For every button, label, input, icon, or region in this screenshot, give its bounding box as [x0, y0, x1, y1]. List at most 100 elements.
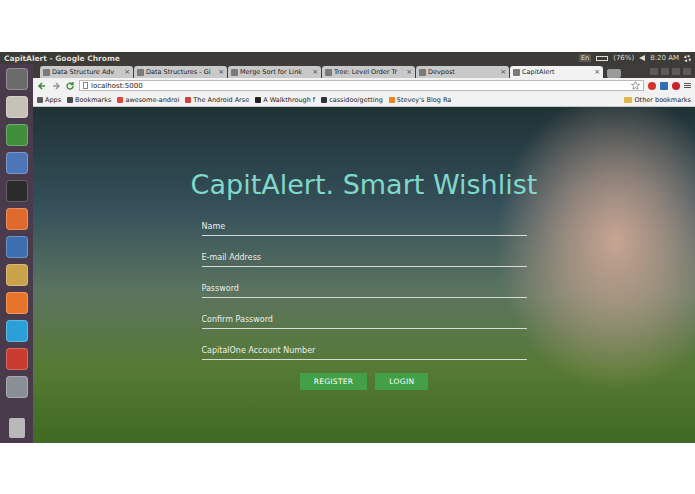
- screenshot: CapitAlert - Google ChromeEn(76%)8:20 AM…: [0, 0, 695, 494]
- app-icon: [6, 68, 28, 90]
- launcher-item[interactable]: [3, 94, 30, 119]
- page-title: CapitAlert. Smart Wishlist: [191, 168, 538, 202]
- forward-arrow-icon[interactable]: [51, 81, 61, 91]
- bookmark-icon: [321, 97, 327, 103]
- app-icon: [6, 264, 28, 286]
- tab-close[interactable]: ×: [500, 69, 506, 76]
- user-icon[interactable]: [650, 68, 658, 75]
- favicon-icon: [325, 69, 332, 76]
- bookmark-icon: [117, 97, 123, 103]
- app-icon: [6, 180, 28, 202]
- app-icon: [6, 348, 28, 370]
- tab-label: Tree: Level Order Tr: [334, 68, 404, 76]
- page: CapitAlert. Smart Wishlist REGISTER LOGIN: [33, 107, 695, 443]
- app-icon: [6, 96, 28, 118]
- app-icon: [6, 124, 28, 146]
- trash-icon: [9, 418, 25, 438]
- tab[interactable]: Data Structures - Gi×: [134, 66, 227, 78]
- url: localhost:5000: [91, 82, 143, 90]
- other-bookmarks[interactable]: Other bookmarks: [624, 96, 691, 104]
- new-tab-button[interactable]: [607, 69, 621, 78]
- star-icon[interactable]: [631, 81, 640, 90]
- extension-icon[interactable]: [660, 82, 668, 90]
- launcher-item[interactable]: [3, 206, 30, 231]
- clock[interactable]: 8:20 AM: [650, 54, 679, 62]
- text-field[interactable]: [202, 311, 527, 329]
- bookmark[interactable]: The Android Arse: [185, 96, 249, 104]
- top-margin: [0, 0, 695, 52]
- tab-close[interactable]: ×: [312, 69, 318, 76]
- tab[interactable]: Tree: Level Order Tr×: [322, 66, 415, 78]
- app-icon: [6, 208, 28, 230]
- extension-icon[interactable]: [648, 82, 656, 90]
- favicon-icon: [419, 69, 426, 76]
- launcher-item[interactable]: [3, 234, 30, 259]
- launcher-item[interactable]: [3, 122, 30, 147]
- text-field[interactable]: [202, 342, 527, 360]
- reload-icon[interactable]: [65, 81, 75, 91]
- browser-window: Data Structure Adv×Data Structures - Gi×…: [33, 64, 695, 443]
- bookmark-label: Bookmarks: [75, 96, 111, 104]
- bookmark-label: A Walkthrough f: [263, 96, 315, 104]
- tab-close[interactable]: ×: [124, 69, 130, 76]
- bookmark[interactable]: Apps: [37, 96, 61, 104]
- address-bar[interactable]: localhost:5000: [79, 80, 644, 91]
- minimize-icon[interactable]: [661, 68, 669, 75]
- tab-close[interactable]: ×: [406, 69, 412, 76]
- bookmark[interactable]: Stevey's Blog Ra: [389, 96, 451, 104]
- launcher-item[interactable]: [3, 262, 30, 287]
- form-button[interactable]: LOGIN: [375, 373, 428, 390]
- bookmark[interactable]: cassidoo/getting: [321, 96, 383, 104]
- text-field[interactable]: [202, 249, 527, 267]
- tab-label: CapitAlert: [522, 68, 592, 76]
- tab[interactable]: Data Structure Adv×: [40, 66, 133, 78]
- bookmarks-bar: Apps Bookmarks awesome-androi The Android A…: [33, 93, 695, 107]
- launcher-item[interactable]: [3, 150, 30, 175]
- window-controls: [650, 68, 695, 75]
- battery-icon[interactable]: [596, 56, 608, 61]
- launcher-item[interactable]: [3, 66, 30, 91]
- launcher-item[interactable]: [3, 290, 30, 315]
- bookmark-label: Other bookmarks: [634, 96, 691, 104]
- launcher-item[interactable]: [3, 415, 30, 440]
- bookmark[interactable]: A Walkthrough f: [255, 96, 315, 104]
- text-field[interactable]: [202, 218, 527, 236]
- close-icon[interactable]: [683, 68, 691, 75]
- menu-icon[interactable]: [684, 83, 691, 88]
- launcher-item[interactable]: [3, 346, 30, 371]
- workspace: Data Structure Adv×Data Structures - Gi×…: [0, 64, 695, 443]
- bottom-margin: [0, 443, 695, 494]
- tab[interactable]: CapitAlert×: [510, 66, 603, 78]
- bookmark-icon: [389, 97, 395, 103]
- tab-close[interactable]: ×: [218, 69, 224, 76]
- button-row: REGISTER LOGIN: [202, 373, 527, 390]
- launcher-item[interactable]: [3, 318, 30, 343]
- tab-label: Merge Sort for Link: [240, 68, 310, 76]
- back-arrow-icon[interactable]: [37, 81, 47, 91]
- app-icon: [6, 292, 28, 314]
- tab[interactable]: Merge Sort for Link×: [228, 66, 321, 78]
- bookmark-label: The Android Arse: [193, 96, 249, 104]
- maximize-icon[interactable]: [672, 68, 680, 75]
- top-panel: CapitAlert - Google ChromeEn(76%)8:20 AM: [0, 52, 695, 64]
- volume-icon[interactable]: [639, 55, 645, 61]
- tab-strip: Data Structure Adv×Data Structures - Gi×…: [33, 64, 695, 78]
- bookmark[interactable]: Bookmarks: [67, 96, 111, 104]
- text-field[interactable]: [202, 280, 527, 298]
- favicon-icon: [231, 69, 238, 76]
- tab-close[interactable]: ×: [594, 69, 600, 76]
- app-icon: [6, 320, 28, 342]
- form-button[interactable]: REGISTER: [300, 373, 368, 390]
- desktop: CapitAlert - Google ChromeEn(76%)8:20 AM…: [0, 52, 695, 443]
- launcher-item[interactable]: [3, 374, 30, 399]
- tab[interactable]: Devpost×: [416, 66, 509, 78]
- gear-icon[interactable]: [684, 55, 691, 62]
- folder-icon: [624, 97, 632, 103]
- app-icon: [6, 152, 28, 174]
- launcher-item[interactable]: [3, 178, 30, 203]
- keyboard-indicator[interactable]: En: [579, 54, 591, 62]
- favicon-icon: [137, 69, 144, 76]
- bookmark-icon: [67, 97, 73, 103]
- bookmark[interactable]: awesome-androi: [117, 96, 179, 104]
- pinterest-icon[interactable]: [672, 82, 680, 90]
